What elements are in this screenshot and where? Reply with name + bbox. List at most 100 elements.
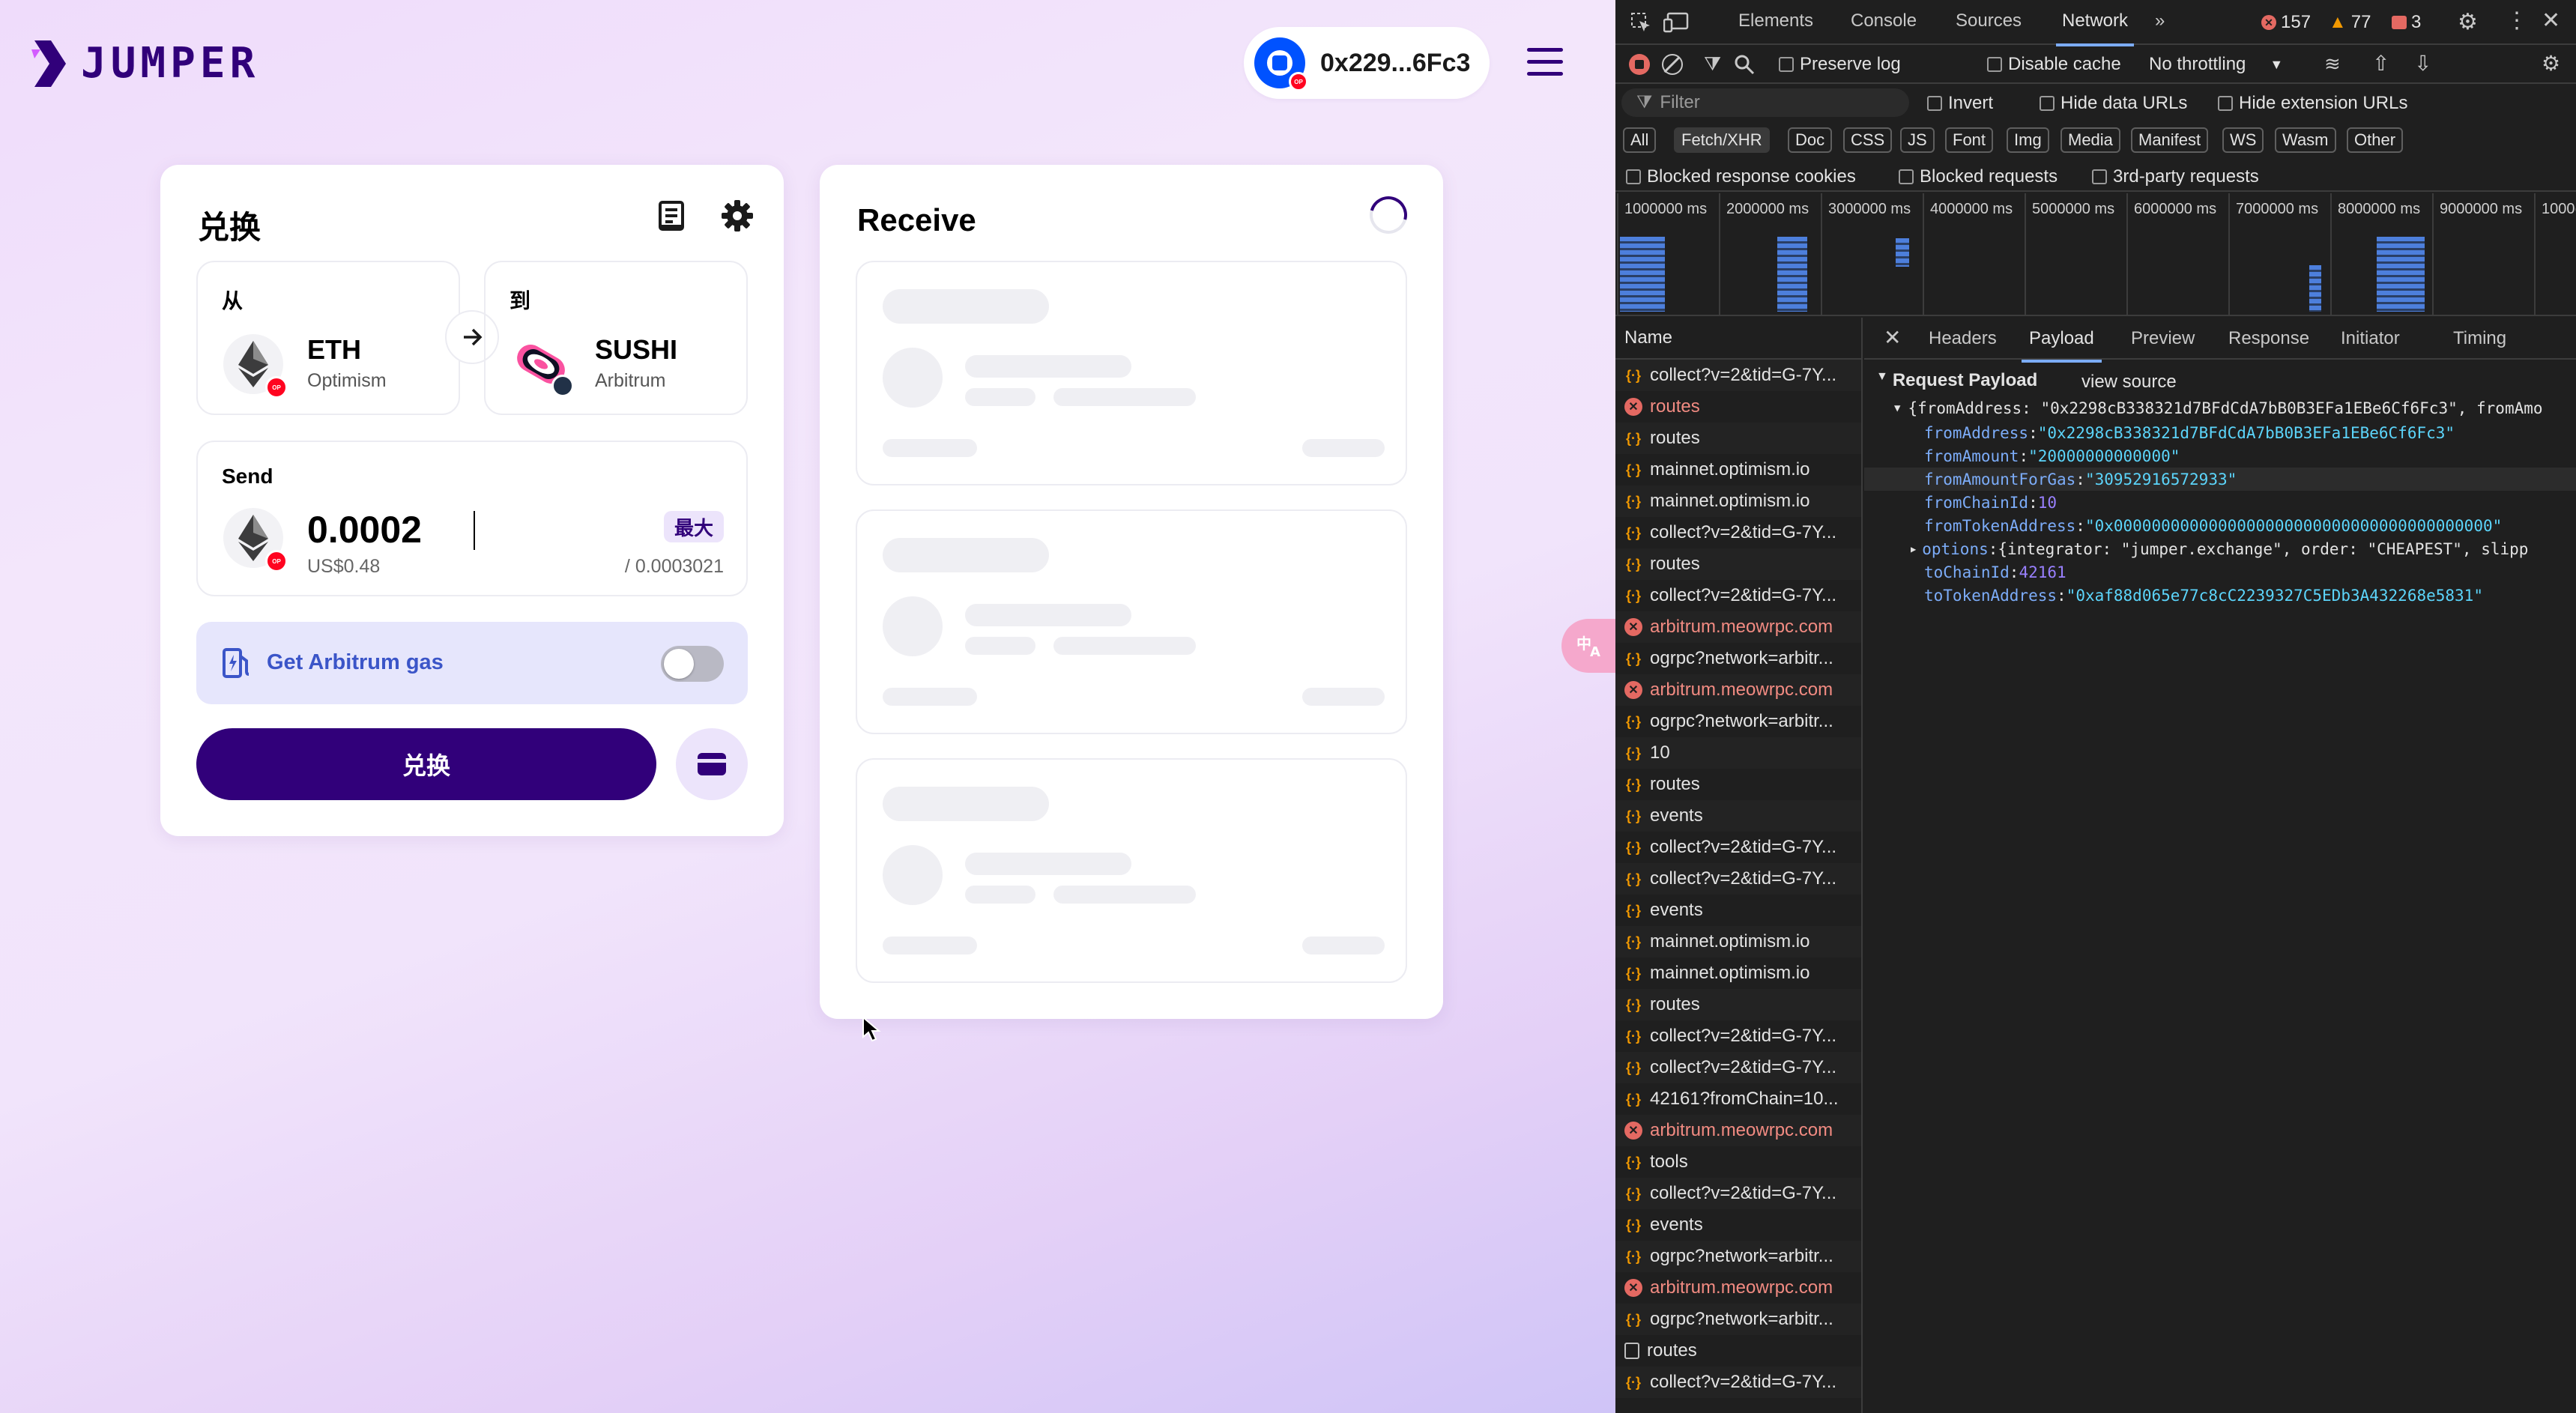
type-filter-other[interactable]: Other bbox=[2347, 127, 2404, 153]
tab-elements[interactable]: Elements bbox=[1738, 10, 1813, 31]
request-row[interactable]: {·} mainnet.optimism.io bbox=[1615, 485, 1861, 517]
invert-checkbox[interactable]: Invert bbox=[1927, 93, 1993, 114]
menu-icon[interactable] bbox=[1527, 48, 1563, 78]
type-filter-media[interactable]: Media bbox=[2061, 127, 2120, 153]
request-row[interactable]: ✕ routes bbox=[1615, 391, 1861, 423]
request-row[interactable]: {·} collect?v=2&tid=G-7Y... bbox=[1615, 863, 1861, 895]
translate-icon[interactable]: 中A bbox=[1561, 619, 1615, 673]
issues-count[interactable]: 3 bbox=[2392, 12, 2421, 33]
type-filter-js[interactable]: JS bbox=[1900, 127, 1935, 153]
payload-field-options[interactable]: ▶ options: {integrator: "jumper.exchange"… bbox=[1864, 537, 2576, 560]
request-row[interactable]: {·} collect?v=2&tid=G-7Y... bbox=[1615, 360, 1861, 391]
close-detail-icon[interactable]: ✕ bbox=[1884, 325, 1901, 350]
error-count[interactable]: ✕ 157 bbox=[2261, 12, 2311, 33]
clear-icon[interactable] bbox=[1662, 54, 1683, 75]
type-filter-manifest[interactable]: Manifest bbox=[2131, 127, 2209, 153]
name-column-header[interactable]: Name bbox=[1615, 318, 1861, 360]
warning-count[interactable]: ▲ 77 bbox=[2329, 12, 2371, 33]
payload-field-fromAddress[interactable]: fromAddress: "0x2298cB338321d7BFdCdA7bB0… bbox=[1864, 421, 2576, 444]
payload-field-fromAmount[interactable]: fromAmount: "20000000000000" bbox=[1864, 444, 2576, 468]
network-timeline[interactable]: 1000000 ms 2000000 ms 3000000 ms 4000000… bbox=[1615, 193, 2576, 316]
third-party-checkbox[interactable]: 3rd-party requests bbox=[2092, 166, 2259, 187]
type-filter-doc[interactable]: Doc bbox=[1788, 127, 1833, 153]
to-token-selector[interactable]: 到 SUSHI Arbitrum bbox=[484, 261, 748, 415]
request-payload-section[interactable]: ▼ Request Payload bbox=[1876, 370, 2037, 391]
network-settings-icon[interactable]: ⚙ bbox=[2542, 51, 2560, 76]
request-row[interactable]: {·} events bbox=[1615, 895, 1861, 926]
blocked-cookies-checkbox[interactable]: Blocked response cookies bbox=[1626, 166, 1856, 187]
request-row[interactable]: {·} events bbox=[1615, 1209, 1861, 1241]
get-gas-toggle[interactable] bbox=[661, 646, 724, 682]
request-row[interactable]: {·} mainnet.optimism.io bbox=[1615, 957, 1861, 989]
type-filter-img[interactable]: Img bbox=[2007, 127, 2049, 153]
request-row[interactable]: {·} routes bbox=[1615, 423, 1861, 454]
search-icon[interactable] bbox=[1734, 54, 1755, 75]
request-row[interactable]: {·} 10 bbox=[1615, 737, 1861, 769]
payload-field-fromTokenAddress[interactable]: fromTokenAddress: "0x0000000000000000000… bbox=[1864, 514, 2576, 537]
request-row[interactable]: ✕ arbitrum.meowrpc.com bbox=[1615, 1115, 1861, 1146]
import-har-icon[interactable]: ⇧ bbox=[2372, 51, 2389, 76]
request-row[interactable]: ✕ arbitrum.meowrpc.com bbox=[1615, 674, 1861, 706]
network-conditions-icon[interactable]: ≋ bbox=[2324, 52, 2341, 76]
detail-tab-initiator[interactable]: Initiator bbox=[2341, 328, 2400, 349]
detail-tab-preview[interactable]: Preview bbox=[2131, 328, 2195, 349]
blocked-requests-checkbox[interactable]: Blocked requests bbox=[1899, 166, 2058, 187]
disable-cache-checkbox[interactable]: Disable cache bbox=[1987, 54, 2121, 75]
request-row[interactable]: {·} ogrpc?network=arbitr... bbox=[1615, 1304, 1861, 1335]
request-row[interactable]: {·} ogrpc?network=arbitr... bbox=[1615, 643, 1861, 674]
request-row[interactable]: {·} ogrpc?network=arbitr... bbox=[1615, 706, 1861, 737]
hide-data-urls-checkbox[interactable]: Hide data URLs bbox=[2040, 93, 2187, 114]
send-amount-input[interactable] bbox=[307, 508, 607, 551]
request-row[interactable]: {·} routes bbox=[1615, 548, 1861, 580]
request-row[interactable]: {·} collect?v=2&tid=G-7Y... bbox=[1615, 517, 1861, 548]
request-row[interactable]: routes bbox=[1615, 1335, 1861, 1367]
detail-tab-headers[interactable]: Headers bbox=[1929, 328, 1997, 349]
inspect-element-icon[interactable] bbox=[1630, 12, 1651, 33]
type-filter-font[interactable]: Font bbox=[1945, 127, 1994, 153]
export-har-icon[interactable]: ⇩ bbox=[2414, 51, 2431, 76]
request-row[interactable]: {·} ogrpc?network=arbitr... bbox=[1615, 1241, 1861, 1272]
jumper-logo[interactable]: JUMPER bbox=[31, 39, 259, 88]
detail-tab-payload[interactable]: Payload bbox=[2022, 328, 2102, 363]
request-row[interactable]: {·} tools bbox=[1615, 1146, 1861, 1178]
tab-network[interactable]: Network bbox=[2055, 10, 2135, 46]
request-row[interactable]: {·} routes bbox=[1615, 989, 1861, 1020]
transaction-history-icon[interactable] bbox=[650, 195, 692, 237]
request-row[interactable]: {·} collect?v=2&tid=G-7Y... bbox=[1615, 832, 1861, 863]
type-filter-ws[interactable]: WS bbox=[2222, 127, 2264, 153]
preserve-log-checkbox[interactable]: Preserve log bbox=[1779, 54, 1901, 75]
settings-gear-icon[interactable] bbox=[716, 195, 758, 237]
max-button[interactable]: 最大 bbox=[663, 511, 724, 542]
detail-tab-timing[interactable]: Timing bbox=[2453, 328, 2506, 349]
filter-funnel-icon[interactable]: ⧩ bbox=[1704, 52, 1721, 76]
close-devtools-icon[interactable]: ✕ bbox=[2542, 7, 2560, 34]
payload-field-fromAmountForGas[interactable]: fromAmountForGas: "30952916572933" bbox=[1864, 468, 2576, 491]
request-row[interactable]: {·} mainnet.optimism.io bbox=[1615, 926, 1861, 957]
type-filter-fetch-xhr[interactable]: Fetch/XHR bbox=[1674, 127, 1770, 153]
view-source-link[interactable]: view source bbox=[2081, 372, 2177, 393]
request-row[interactable]: {·} routes bbox=[1615, 769, 1861, 800]
more-tabs-icon[interactable]: » bbox=[2155, 10, 2165, 31]
payload-summary-row[interactable]: ▼ {fromAddress: "0x2298cB338321d7BFdCdA7… bbox=[1864, 396, 2576, 421]
payload-field-toChainId[interactable]: toChainId: 42161 bbox=[1864, 560, 2576, 584]
request-row[interactable]: {·} mainnet.optimism.io bbox=[1615, 454, 1861, 485]
request-row[interactable]: {·} collect?v=2&tid=G-7Y... bbox=[1615, 1367, 1861, 1398]
type-filter-all[interactable]: All bbox=[1623, 127, 1657, 153]
record-stop-icon[interactable] bbox=[1629, 54, 1650, 75]
from-token-selector[interactable]: 从 OP ETH Optimism bbox=[196, 261, 460, 415]
type-filter-css[interactable]: CSS bbox=[1843, 127, 1893, 153]
request-row[interactable]: ✕ arbitrum.meowrpc.com bbox=[1615, 1272, 1861, 1304]
request-row[interactable]: {·} 42161?fromChain=10... bbox=[1615, 1083, 1861, 1115]
wallet-button[interactable]: OP 0x229...6Fc3 bbox=[1244, 27, 1490, 99]
request-row[interactable]: {·} collect?v=2&tid=G-7Y... bbox=[1615, 580, 1861, 611]
payload-field-fromChainId[interactable]: fromChainId: 10 bbox=[1864, 491, 2576, 514]
throttling-select[interactable]: No throttling ▼ bbox=[2149, 54, 2283, 75]
payload-field-toTokenAddress[interactable]: toTokenAddress: "0xaf88d065e77c8cC223932… bbox=[1864, 584, 2576, 607]
request-row[interactable]: ✕ arbitrum.meowrpc.com bbox=[1615, 611, 1861, 643]
settings-gear-icon[interactable]: ⚙ bbox=[2458, 9, 2478, 35]
tab-sources[interactable]: Sources bbox=[1956, 10, 2022, 31]
tab-console[interactable]: Console bbox=[1851, 10, 1917, 31]
detail-tab-response[interactable]: Response bbox=[2228, 328, 2309, 349]
filter-input[interactable]: ⧩ Filter bbox=[1621, 88, 1909, 117]
request-row[interactable]: {·} events bbox=[1615, 800, 1861, 832]
